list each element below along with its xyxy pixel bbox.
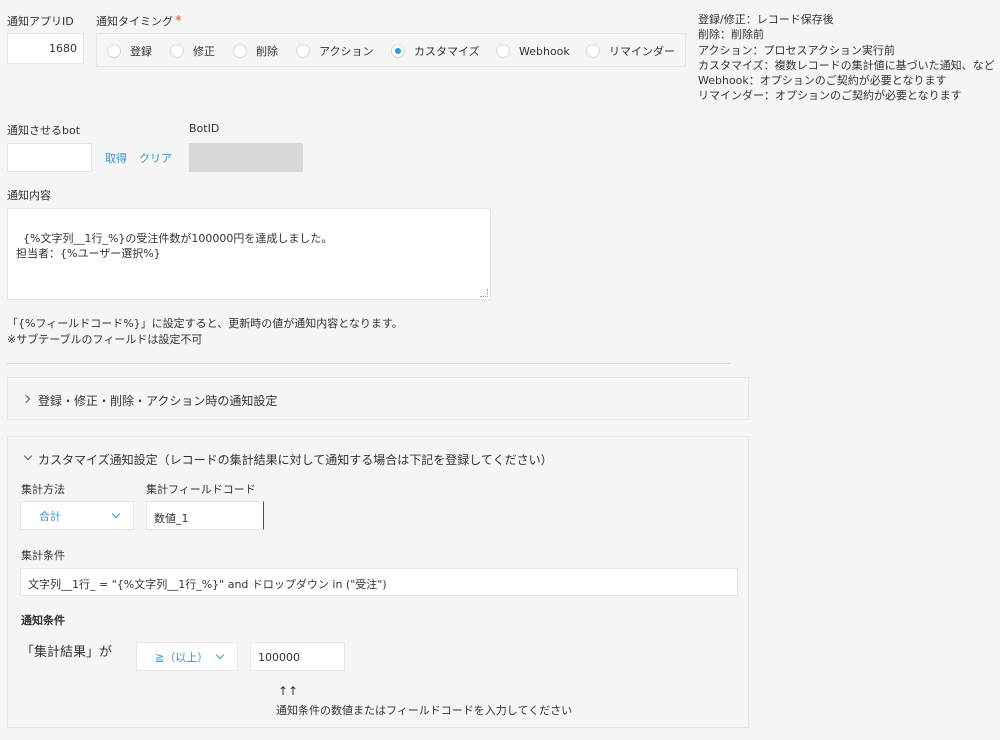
basic-section-title: 登録・修正・削除・アクション時の通知設定: [38, 394, 278, 408]
timing-option-webhook[interactable]: Webhook: [496, 34, 570, 68]
timing-help: 登録/修正：レコード保存後 削除：削除前 アクション：プロセスアクション実行前 …: [698, 12, 995, 104]
bot-input[interactable]: [7, 143, 92, 172]
timing-option-edit[interactable]: 修正: [170, 34, 215, 68]
resize-handle[interactable]: [480, 289, 488, 297]
agg-field-label: 集計フィールドコード: [146, 483, 256, 496]
radio-label: アクション: [319, 45, 374, 58]
note-line: 「{%フィールドコード%}」に設定すると、更新時の値が通知内容となります。: [7, 317, 403, 330]
notify-condition-prefix: 「集計結果」が: [21, 645, 113, 660]
timing-label-text: 通知タイミング: [96, 15, 173, 28]
agg-method-value: 合計: [39, 509, 61, 523]
basic-notify-section[interactable]: 登録・修正・削除・アクション時の通知設定: [7, 377, 749, 420]
app-id-input[interactable]: 1680: [7, 33, 84, 64]
divider: [7, 363, 731, 364]
timing-option-delete[interactable]: 削除: [233, 34, 278, 68]
custom-section-title[interactable]: カスタマイズ通知設定（レコードの集計結果に対して通知する場合は下記を登録してくだ…: [38, 451, 553, 468]
agg-method-select[interactable]: 合計: [20, 501, 134, 530]
agg-condition-label: 集計条件: [21, 549, 65, 562]
timing-option-register[interactable]: 登録: [107, 34, 152, 68]
radio-label: カスタマイズ: [414, 45, 480, 58]
radio-circle-selected[interactable]: [391, 44, 405, 58]
content-label: 通知内容: [7, 189, 51, 202]
radio-label: 登録: [130, 45, 152, 58]
bot-id-field: [189, 143, 303, 172]
radio-circle[interactable]: [233, 44, 247, 58]
note-line: ※サブテーブルのフィールドは設定不可: [7, 332, 203, 346]
radio-circle[interactable]: [496, 44, 510, 58]
radio-label: リマインダー: [609, 45, 675, 58]
agg-field-input[interactable]: 数値_1: [146, 501, 264, 530]
timing-option-action[interactable]: アクション: [296, 34, 373, 68]
bot-get-link[interactable]: 取得: [105, 150, 127, 166]
help-line: 登録/修正：レコード保存後: [698, 13, 834, 26]
radio-label: 修正: [193, 45, 215, 58]
help-line: Webhook：オプションのご契約が必要となります: [698, 74, 947, 88]
notify-condition-label: 通知条件: [21, 614, 65, 627]
help-line: リマインダー：オプションのご契約が必要となります: [698, 89, 962, 103]
bot-clear-link[interactable]: クリア: [139, 150, 172, 166]
timing-option-customize[interactable]: カスタマイズ: [391, 34, 480, 68]
radio-circle[interactable]: [170, 44, 184, 58]
radio-label: 削除: [256, 45, 278, 58]
radio-label: Webhook: [519, 44, 570, 58]
operator-select[interactable]: ≧（以上）: [136, 642, 238, 671]
radio-circle[interactable]: [296, 44, 310, 58]
operator-value: ≧（以上）: [155, 650, 209, 664]
agg-condition-input[interactable]: 文字列__1行_ = "{%文字列__1行_%}" and ドロップダウン in…: [20, 568, 738, 596]
bot-label: 通知させるbot: [7, 124, 81, 137]
help-line: カスタマイズ：複数レコードの集計値に基づいた通知、など: [698, 58, 995, 72]
chevron-down-icon: [215, 650, 225, 659]
content-text: {%文字列__1行_%}の受注件数が100000円を達成しました。 担当者：{%…: [16, 232, 333, 260]
app-id-label: 通知アプリID: [7, 15, 74, 28]
required-mark: *: [175, 14, 182, 29]
chevron-right-icon: [21, 394, 31, 404]
timing-label: 通知タイミング *: [96, 13, 182, 29]
help-line: 削除：削除前: [698, 28, 764, 42]
notify-value-hint: 通知条件の数値またはフィールドコードを入力してください: [276, 704, 573, 717]
notify-value-input[interactable]: 100000: [250, 642, 345, 671]
timing-radio-group: 登録 修正 削除 アクション カスタマイズ Webhook リマインダー: [96, 33, 686, 67]
radio-circle[interactable]: [107, 44, 121, 58]
agg-method-label: 集計方法: [21, 483, 65, 496]
help-line: アクション：プロセスアクション実行前: [698, 43, 895, 57]
chevron-down-icon: [111, 509, 121, 518]
timing-option-reminder[interactable]: リマインダー: [586, 34, 675, 68]
arrow-up-icon: ↑↑: [278, 684, 299, 698]
custom-notify-section: カスタマイズ通知設定（レコードの集計結果に対して通知する場合は下記を登録してくだ…: [7, 436, 749, 728]
bot-id-label: BotID: [189, 122, 220, 135]
content-textarea[interactable]: {%文字列__1行_%}の受注件数が100000円を達成しました。 担当者：{%…: [7, 208, 491, 300]
content-note: 「{%フィールドコード%}」に設定すると、更新時の値が通知内容となります。 ※サ…: [7, 316, 403, 347]
radio-circle[interactable]: [586, 44, 600, 58]
chevron-down-icon[interactable]: [23, 451, 33, 461]
